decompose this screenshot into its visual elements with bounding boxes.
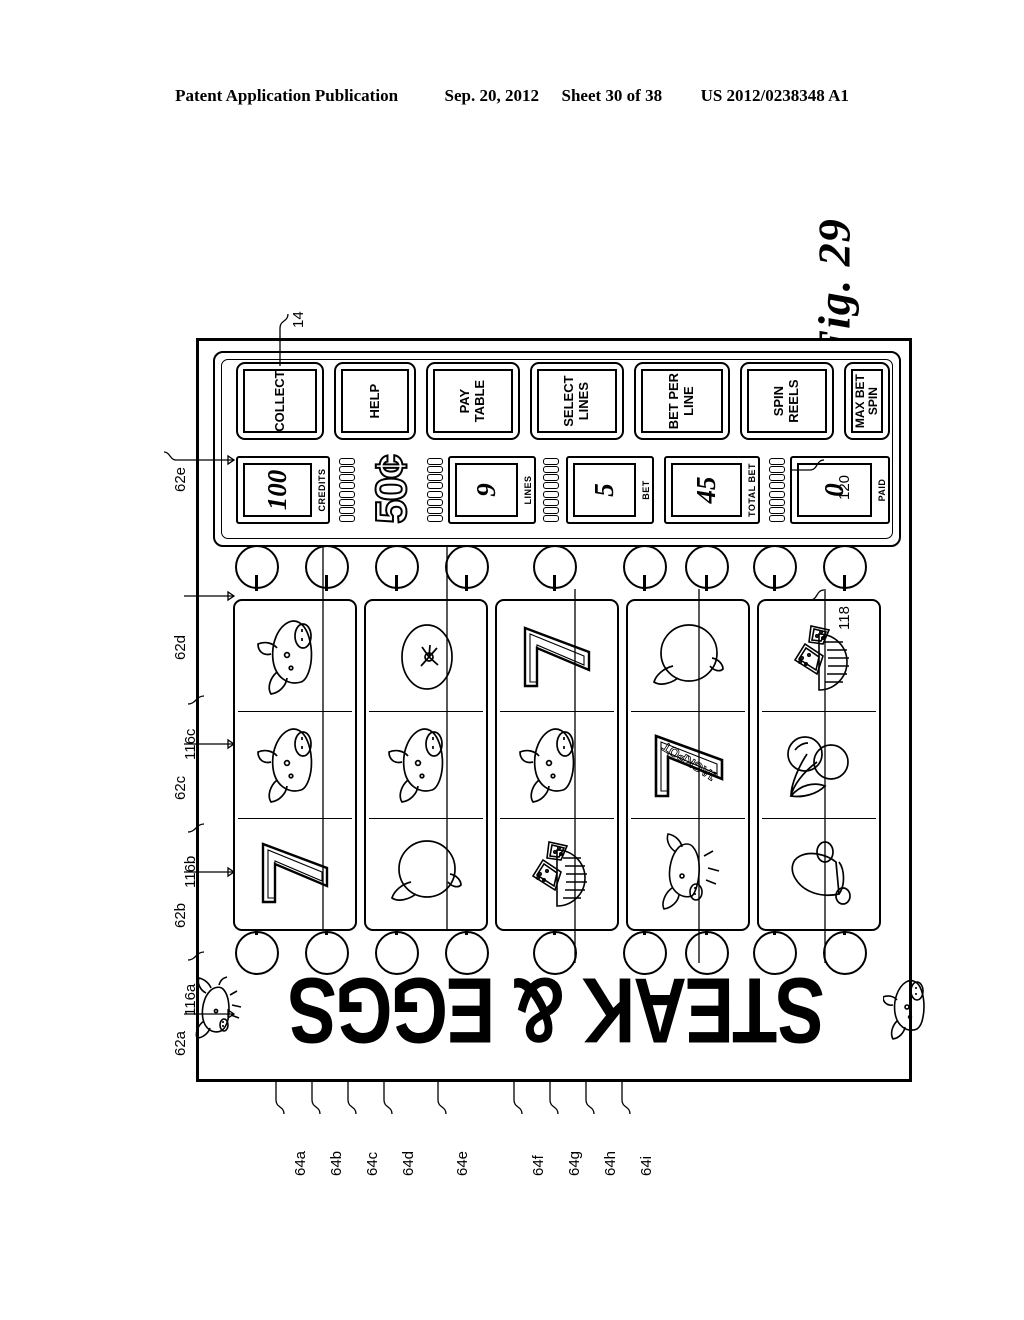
meter-bet: 5 BET (566, 456, 654, 524)
bet-per-line-button-label-1: BET PER (666, 372, 682, 430)
leader-64h (585, 1082, 595, 1115)
leader-62b (184, 866, 236, 878)
collect-button[interactable]: COLLECT (236, 362, 324, 441)
meter-bet-label: BET (641, 480, 651, 500)
leader-62c (184, 738, 236, 750)
max-bet-spin-button-label-1: MAX BET (852, 374, 867, 429)
max-bet-spin-button[interactable]: MAX BET SPIN (844, 362, 890, 441)
pip-strip (769, 458, 785, 522)
leader-64a (275, 1082, 285, 1115)
leader-64d (383, 1082, 393, 1115)
patent-number: US 2012/0238348 A1 (700, 86, 849, 105)
ref-62b: 62b (172, 902, 189, 928)
select-lines-button-label-1: SELECT (561, 375, 577, 427)
leader-64f (513, 1082, 523, 1115)
meter-paid-label: PAID (877, 478, 887, 502)
select-lines-button-label-2: LINES (576, 381, 591, 421)
ref-62c: 62c (172, 775, 189, 800)
bet-per-line-button-label-2: LINE (681, 386, 696, 416)
leader-62a (184, 1008, 236, 1020)
ref-120: 120 (836, 474, 853, 500)
spin-reels-button-label-1: SPIN (771, 385, 787, 417)
win-lines (322, 539, 826, 963)
game-glass: STEAK & EGGS JACKPOT (195, 539, 925, 1063)
meter-total-bet: 45 TOTAL BET (664, 456, 760, 524)
meter-lines-label: LINES (523, 475, 533, 505)
meter-total-bet-value: 45 (691, 476, 721, 504)
leader-62d (184, 590, 236, 602)
ref-64i: 64i (638, 1155, 655, 1176)
publication-header: Patent Application Publication Sep. 20, … (0, 86, 1024, 106)
ref-64e: 64e (454, 1150, 471, 1176)
ref-62d: 62d (172, 634, 189, 660)
select-lines-button[interactable]: SELECT LINES (530, 362, 624, 441)
leader-116b (187, 823, 205, 833)
pay-table-button-label-1: PAY (457, 388, 473, 414)
ref-62a: 62a (172, 1030, 189, 1056)
leader-120 (790, 459, 825, 471)
help-button[interactable]: HELP (334, 362, 416, 441)
sheet-number: Sheet 30 of 38 (561, 86, 663, 105)
ref-118: 118 (836, 606, 853, 630)
ref-64g: 64g (566, 1150, 583, 1176)
publication-title: Patent Application Publication (175, 86, 399, 105)
spin-reels-button-label-2: REELS (786, 379, 801, 423)
pay-table-button[interactable]: PAY TABLE (426, 362, 520, 441)
pay-table-button-label-2: TABLE (472, 379, 487, 423)
collect-button-label: COLLECT (271, 370, 287, 432)
ref-62e: 62e (172, 466, 189, 492)
figure-caption: Fig. 29 (757, 205, 907, 360)
leader-64b (311, 1082, 321, 1115)
meter-lines: 9 LINES (448, 456, 536, 524)
meter-credits-value: 100 (262, 469, 292, 511)
bet-per-line-button[interactable]: BET PER LINE (634, 362, 730, 441)
ref-64h: 64h (602, 1150, 619, 1176)
button-column: COLLECT HELP PAY TABLE SELECT LINES BET … (222, 360, 892, 444)
leader-64e (437, 1082, 447, 1115)
meter-bet-value: 5 (589, 483, 619, 497)
ref-64d: 64d (400, 1150, 417, 1176)
ref-64f: 64f (530, 1155, 547, 1176)
max-bet-spin-button-label-2: SPIN (866, 387, 880, 416)
ref-64b: 64b (328, 1150, 345, 1176)
control-panel: 100 CREDITS 50¢ 9 LINES 5 BET 45 TOTAL B… (213, 351, 901, 547)
leader-116c (187, 695, 205, 705)
leader-64g (549, 1082, 559, 1115)
leader-62e (163, 451, 236, 466)
publication-date: Sep. 20, 2012 (444, 86, 539, 105)
ref-64c: 64c (364, 1151, 381, 1176)
leader-64c (347, 1082, 357, 1115)
meter-total-bet-label: TOTAL BET (747, 463, 757, 517)
meter-lines-value: 9 (471, 483, 501, 497)
leader-118 (790, 589, 825, 601)
denomination-display: 50¢ (366, 455, 417, 524)
pip-strip (339, 458, 355, 522)
ref-64a: 64a (292, 1150, 309, 1176)
ref-14: 14 (290, 311, 307, 328)
help-button-label: HELP (366, 383, 382, 419)
leader-64i (621, 1082, 631, 1115)
pip-strip (427, 458, 443, 522)
leader-116a (187, 951, 205, 961)
spin-reels-button[interactable]: SPIN REELS (740, 362, 834, 441)
pip-strip (543, 458, 559, 522)
meter-credits-label: CREDITS (317, 468, 327, 512)
